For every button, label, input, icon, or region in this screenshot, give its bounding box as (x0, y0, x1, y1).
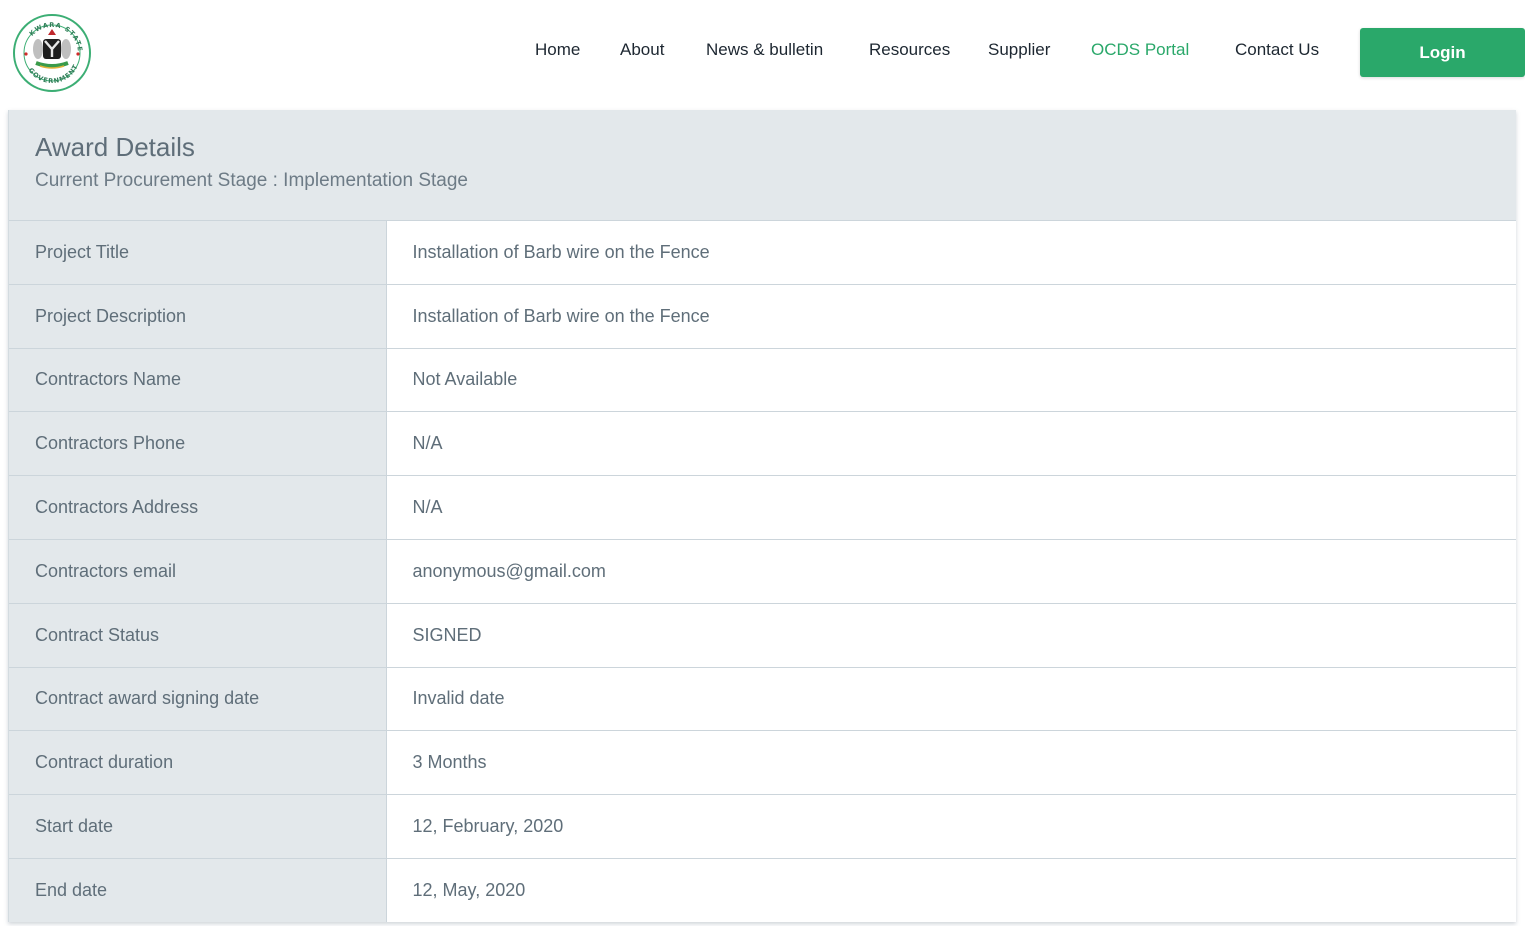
nav-supplier[interactable]: Supplier (988, 40, 1050, 60)
table-row-project-description: Project Description Installation of Barb… (9, 284, 1516, 349)
row-label: End date (9, 858, 387, 923)
row-value: Not Available (386, 348, 1516, 412)
nav-resources[interactable]: Resources (869, 40, 950, 60)
row-label: Contract duration (9, 730, 387, 795)
row-label: Contractors Phone (9, 411, 387, 476)
row-value: 12, February, 2020 (386, 794, 1516, 859)
table-row-contract-status: Contract Status SIGNED (9, 603, 1516, 668)
row-value: Installation of Barb wire on the Fence (386, 220, 1516, 285)
table-row-contractors-phone: Contractors Phone N/A (9, 411, 1516, 476)
page-title: Award Details (35, 132, 195, 162)
nav-news-bulletin[interactable]: News & bulletin (706, 40, 823, 60)
row-value: 3 Months (386, 730, 1516, 795)
row-value: N/A (386, 475, 1516, 540)
nav-about[interactable]: About (620, 40, 664, 60)
table-row-contractors-name: Contractors Name Not Available (9, 348, 1516, 412)
row-label: Contract award signing date (9, 667, 387, 731)
table-row-end-date: End date 12, May, 2020 (9, 858, 1516, 923)
row-label: Project Title (9, 220, 387, 285)
row-label: Contractors Name (9, 348, 387, 412)
row-value: 12, May, 2020 (386, 858, 1516, 923)
row-label: Contractors email (9, 539, 387, 604)
award-details-table: Project Title Installation of Barb wire … (9, 220, 1516, 923)
table-row-contractors-address: Contractors Address N/A (9, 475, 1516, 540)
row-value: anonymous@gmail.com (386, 539, 1516, 604)
table-row-contract-duration: Contract duration 3 Months (9, 730, 1516, 795)
table-row-signing-date: Contract award signing date Invalid date (9, 667, 1516, 731)
top-navbar: KWARA STATE GOVERNMENT Home About News &… (0, 0, 1525, 104)
award-details-card: Award Details Current Procurement Stage … (8, 110, 1516, 923)
procurement-stage: Current Procurement Stage : Implementati… (35, 170, 469, 191)
nav-contact-us[interactable]: Contact Us (1235, 40, 1319, 60)
award-details-header: Award Details Current Procurement Stage … (9, 110, 1516, 220)
nav-home[interactable]: Home (535, 40, 580, 60)
row-value: N/A (386, 411, 1516, 476)
row-label: Start date (9, 794, 387, 859)
nav-ocds-portal[interactable]: OCDS Portal (1091, 40, 1189, 60)
row-label: Project Description (9, 284, 387, 349)
main-nav: Home About News & bulletin Resources Sup… (0, 0, 1525, 104)
table-row-contractors-email: Contractors email anonymous@gmail.com (9, 539, 1516, 604)
row-value: SIGNED (386, 603, 1516, 668)
login-button[interactable]: Login (1360, 28, 1525, 77)
table-row-project-title: Project Title Installation of Barb wire … (9, 220, 1516, 285)
row-value: Invalid date (386, 667, 1516, 731)
row-label: Contract Status (9, 603, 387, 668)
table-row-start-date: Start date 12, February, 2020 (9, 794, 1516, 859)
row-label: Contractors Address (9, 475, 387, 540)
row-value: Installation of Barb wire on the Fence (386, 284, 1516, 349)
